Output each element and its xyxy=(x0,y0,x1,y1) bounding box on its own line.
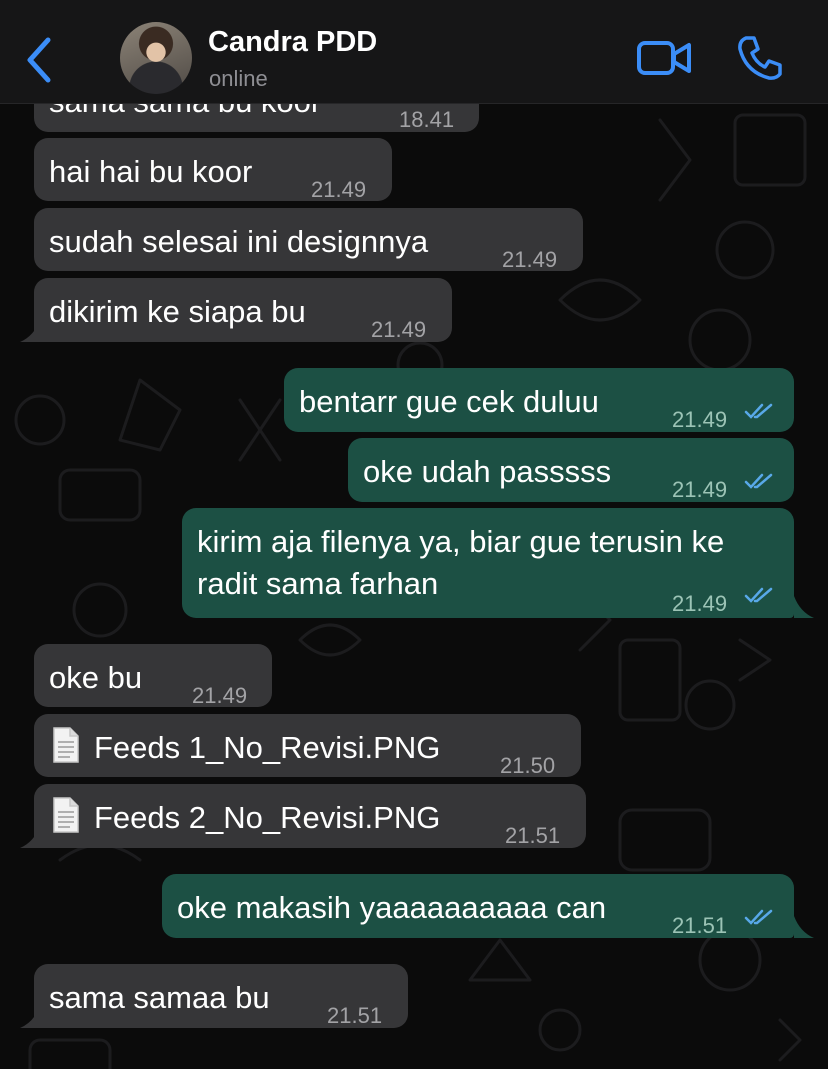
bubble-tail xyxy=(794,916,814,938)
file-name: Feeds 1_No_Revisi.PNG xyxy=(94,730,441,765)
back-chevron-icon[interactable] xyxy=(20,36,60,84)
message-time: 18.41 xyxy=(399,107,455,132)
message-bubble-outgoing[interactable]: oke makasih yaaaaaaaaaa can 21.51 xyxy=(162,874,794,938)
message-bubble-incoming[interactable]: sudah selesai ini designnya 21.49 xyxy=(34,208,583,272)
file-name: Feeds 2_No_Revisi.PNG xyxy=(94,800,441,835)
message-text: sama samaa bu xyxy=(49,980,270,1015)
contact-avatar[interactable] xyxy=(120,22,192,94)
message-time: 21.51 xyxy=(505,823,561,848)
message-time: 21.51 xyxy=(327,1003,383,1028)
double-check-icon xyxy=(744,587,773,603)
video-camera-icon[interactable] xyxy=(636,38,692,78)
message-time: 21.49 xyxy=(192,683,248,708)
chat-header: Candra PDD online xyxy=(0,0,828,104)
message-bubble-incoming[interactable]: oke bu 21.49 xyxy=(34,644,272,708)
message-time: 21.49 xyxy=(311,177,367,202)
double-check-icon xyxy=(744,473,773,489)
message-text: bentarr gue cek duluu xyxy=(299,384,599,419)
contact-status: online xyxy=(209,66,268,91)
message-bubble-outgoing[interactable]: bentarr gue cek duluu 21.49 xyxy=(284,368,794,432)
message-text: dikirim ke siapa bu xyxy=(49,294,306,329)
message-time: 21.50 xyxy=(500,753,556,778)
file-message-bubble[interactable]: Feeds 1_No_Revisi.PNG 21.50 xyxy=(34,714,581,778)
message-bubble-incoming[interactable]: dikirim ke siapa bu 21.49 xyxy=(34,278,452,342)
message-text: oke makasih yaaaaaaaaaa can xyxy=(177,890,607,925)
message-time: 21.49 xyxy=(371,317,427,342)
message-text-line2: radit sama farhan xyxy=(197,566,439,601)
message-text-line1: kirim aja filenya ya, biar gue terusin k… xyxy=(197,524,725,559)
document-icon xyxy=(53,727,79,763)
bubble-tail xyxy=(794,596,814,618)
contact-name[interactable]: Candra PDD xyxy=(208,26,377,59)
message-time: 21.49 xyxy=(672,591,728,616)
message-text: oke udah passsss xyxy=(363,454,612,489)
message-bubble-incoming[interactable]: sama samaa bu 21.51 xyxy=(34,964,408,1028)
message-time: 21.51 xyxy=(672,913,728,938)
message-time: 21.49 xyxy=(672,477,728,502)
message-text: oke bu xyxy=(49,660,143,695)
message-bubble-outgoing[interactable]: oke udah passsss 21.49 xyxy=(348,438,794,502)
message-bubble-outgoing[interactable]: kirim aja filenya ya, biar gue terusin k… xyxy=(182,508,794,618)
message-time: 21.49 xyxy=(672,407,728,432)
message-text: hai hai bu koor xyxy=(49,154,253,189)
document-icon xyxy=(53,797,79,833)
message-time: 21.49 xyxy=(502,247,558,272)
double-check-icon xyxy=(744,403,773,419)
message-text: sudah selesai ini designnya xyxy=(49,224,429,259)
phone-icon[interactable] xyxy=(736,34,784,82)
file-message-bubble[interactable]: Feeds 2_No_Revisi.PNG 21.51 xyxy=(34,784,586,848)
message-bubble-incoming[interactable]: hai hai bu koor 21.49 xyxy=(34,138,392,202)
double-check-icon xyxy=(744,909,773,925)
